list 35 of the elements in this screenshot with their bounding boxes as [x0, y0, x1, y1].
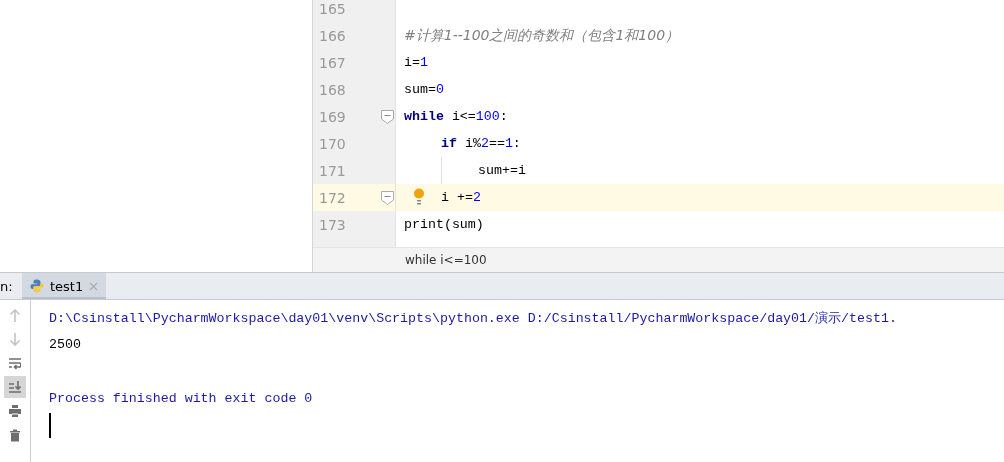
scroll-to-end-icon	[9, 380, 21, 394]
breadcrumb[interactable]: while i<=100	[405, 253, 487, 267]
line-number: 172	[319, 189, 346, 206]
line-number: 169	[319, 108, 346, 125]
text-cursor	[49, 413, 51, 438]
trash-icon	[9, 428, 21, 442]
code-line: i=1	[404, 55, 428, 70]
fold-icon[interactable]	[381, 110, 394, 124]
code-line: print(sum)	[404, 217, 484, 232]
code-line: while i<=100:	[404, 109, 508, 124]
line-number: 170	[319, 135, 346, 152]
code-line: if i%2==1:	[441, 136, 521, 151]
down-arrow-icon	[9, 332, 21, 346]
console-output: 2500	[49, 337, 81, 352]
up-arrow-icon	[9, 308, 21, 322]
code-line: sum+=i	[478, 163, 526, 178]
line-number: 168	[319, 81, 346, 98]
line-number: 166	[319, 27, 346, 44]
fold-icon[interactable]	[381, 191, 394, 205]
line-number: 173	[319, 216, 346, 233]
lightbulb-icon[interactable]	[413, 188, 425, 206]
print-icon	[9, 404, 21, 418]
line-number: 171	[319, 162, 346, 179]
code-comment: #计算1--100之间的奇数和（包含1和100）	[404, 26, 680, 45]
run-tab[interactable]: test1	[22, 273, 107, 299]
panel-label: n:	[0, 278, 12, 294]
code-line: i +=2	[441, 190, 481, 205]
console-message: Process finished with exit code 0	[49, 391, 313, 406]
line-number: 167	[319, 54, 346, 71]
code-line: sum=0	[404, 82, 444, 97]
line-number: 165	[319, 0, 346, 17]
soft-wrap-icon	[9, 356, 21, 370]
scroll-to-end-button[interactable]	[4, 376, 26, 398]
python-icon	[30, 279, 44, 293]
console-command: D:\Csinstall\PycharmWorkspace\day01\venv\Scripts\python.exe D:/Csinstall/PycharmWorkspace/day01/演示/test1.	[49, 309, 897, 327]
